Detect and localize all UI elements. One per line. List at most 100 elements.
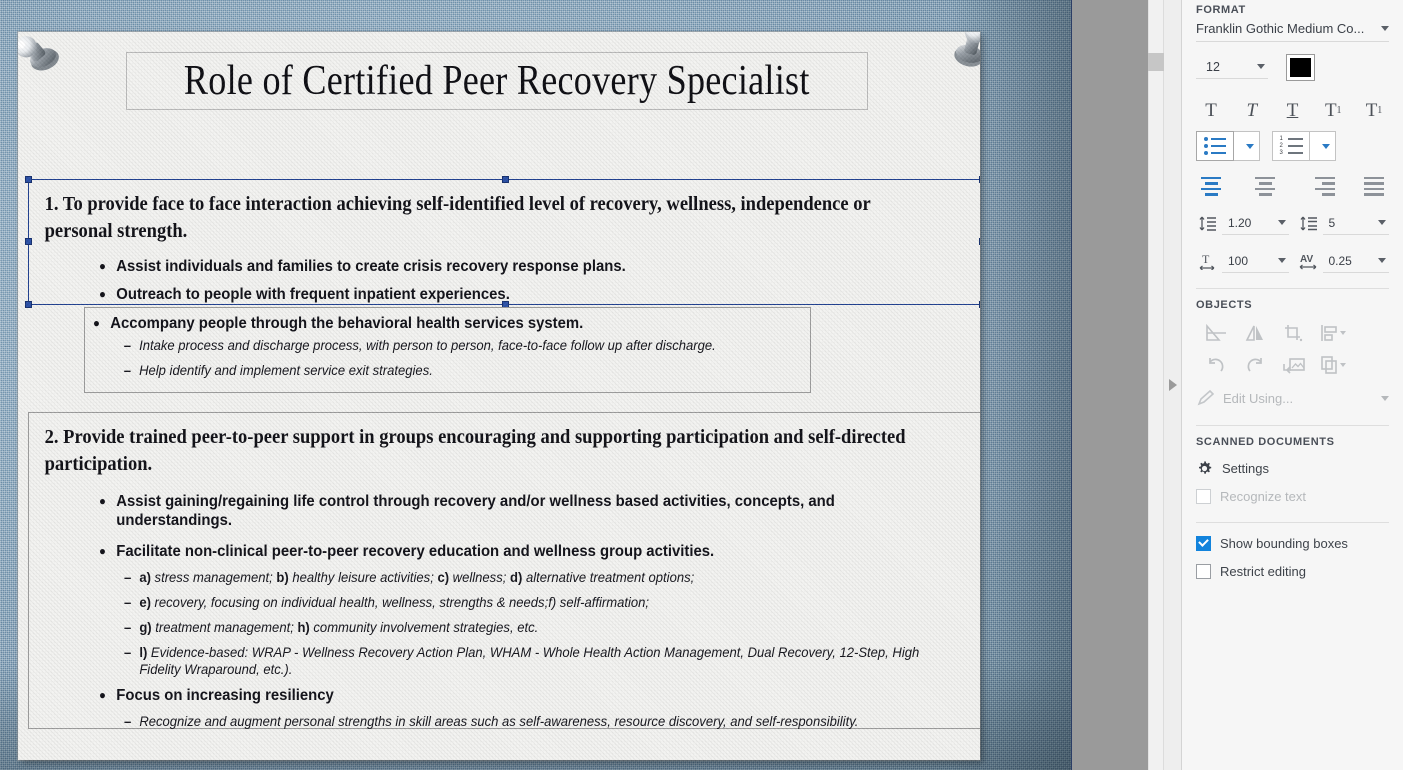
sub-bullet-text: g) treatment management; h) community in…	[139, 620, 539, 635]
line-spacing-value: 1.20	[1228, 215, 1252, 230]
paragraph-spacing-value: 5	[1328, 215, 1336, 230]
character-tracking-value: 0.25	[1328, 253, 1352, 268]
scanned-page[interactable]: Role of Certified Peer Recovery Speciali…	[18, 32, 980, 760]
edit-using-row[interactable]: Edit Using...	[1196, 383, 1389, 413]
restrict-editing-checkbox[interactable]	[1196, 563, 1211, 579]
subscript-glyph: T	[1365, 100, 1378, 121]
restrict-editing-item[interactable]: Restrict editing	[1196, 557, 1389, 585]
bulleted-list-button[interactable]	[1196, 131, 1234, 161]
sub-list-item[interactable]: Recognize and augment personal strengths…	[124, 713, 939, 730]
vertical-scrollbar[interactable]	[1148, 0, 1164, 770]
replace-image-button[interactable]	[1274, 349, 1313, 381]
section-1-bullet-list: Assist individuals and families to creat…	[99, 256, 972, 304]
bold-button[interactable]: T	[1196, 94, 1226, 120]
resize-handle-bottom-right[interactable]	[979, 301, 980, 308]
align-justify-button[interactable]	[1359, 175, 1389, 197]
flip-vertical-button[interactable]	[1235, 317, 1274, 349]
objects-button-grid	[1196, 317, 1389, 381]
align-left-button[interactable]	[1196, 175, 1226, 197]
chevron-down-icon	[1378, 258, 1386, 263]
align-right-button[interactable]	[1305, 175, 1335, 197]
numbered-list-button[interactable]: 1 2 3	[1272, 131, 1310, 161]
sub-list-item[interactable]: Intake process and discharge process, wi…	[124, 337, 774, 354]
character-tracking-field[interactable]: 0.25	[1322, 249, 1389, 273]
chevron-down-icon	[1257, 64, 1265, 69]
crop-button[interactable]	[1274, 317, 1313, 349]
show-bounding-boxes-checkbox[interactable]	[1196, 535, 1211, 551]
font-size-combo[interactable]: 12	[1196, 55, 1268, 79]
italic-button[interactable]: T	[1237, 94, 1267, 120]
sub-list-item[interactable]: Help identify and implement service exit…	[124, 362, 774, 379]
duplicate-button[interactable]	[1313, 349, 1352, 381]
alignment-button-row	[1196, 172, 1389, 200]
list-item[interactable]: Outreach to people with frequent inpatie…	[99, 284, 937, 304]
bullet-text: Facilitate non-clinical peer-to-peer rec…	[116, 543, 715, 560]
superscript-glyph: T	[1324, 100, 1337, 121]
paragraph-spacing-icon	[1297, 212, 1321, 234]
document-canvas[interactable]: Role of Certified Peer Recovery Speciali…	[0, 0, 1071, 770]
sub-list-item[interactable]: e) recovery, focusing on individual heal…	[124, 594, 939, 611]
rotate-right-button[interactable]	[1235, 349, 1274, 381]
line-spacing-field[interactable]: 1.20	[1222, 211, 1289, 235]
underline-button[interactable]: T	[1278, 94, 1308, 120]
bullet-text: Accompany people through the behavioral …	[110, 315, 584, 332]
resize-handle-bottom-left[interactable]	[25, 301, 32, 308]
text-frame-section-2[interactable]: 2. Provide trained peer-to-peer support …	[28, 412, 980, 730]
page-title: Role of Certified Peer Recovery Speciali…	[184, 58, 810, 104]
sub-list: Recognize and augment personal strengths…	[124, 713, 939, 730]
character-tracking-control[interactable]: AV 0.25	[1297, 249, 1389, 273]
bullet-text: Assist individuals and families to creat…	[116, 258, 626, 275]
list-item[interactable]: Assist individuals and families to creat…	[99, 256, 937, 276]
character-scale-field[interactable]: 100	[1222, 249, 1289, 273]
section-1-heading: 1. To provide face to face interaction a…	[44, 194, 871, 242]
sub-list-item[interactable]: l) Evidence-based: WRAP - Wellness Recov…	[124, 644, 939, 678]
font-size-and-color-row: 12	[1196, 52, 1389, 82]
numbered-list-group: 1 2 3	[1272, 131, 1336, 161]
bulleted-list-group	[1196, 131, 1260, 161]
flip-horizontal-button[interactable]	[1196, 317, 1235, 349]
superscript-button[interactable]: T1	[1318, 94, 1348, 120]
divider	[1196, 522, 1389, 523]
settings-item[interactable]: Settings	[1196, 454, 1389, 482]
recognize-text-item[interactable]: Recognize text	[1196, 482, 1389, 510]
font-family-combo[interactable]: Franklin Gothic Medium Co...	[1196, 16, 1389, 42]
spacing-row-1: 1.20 5	[1196, 208, 1389, 238]
sub-list-item[interactable]: a) stress management; b) healthy leisure…	[124, 569, 939, 586]
subscript-mark: 1	[1377, 105, 1383, 116]
list-item[interactable]: Accompany people through the behavioral …	[93, 313, 774, 379]
resize-handle-top-left[interactable]	[25, 176, 32, 183]
text-frame-section-1-selected[interactable]: 1. To provide face to face interaction a…	[25, 176, 980, 308]
vertical-scrollbar-thumb[interactable]	[1148, 53, 1164, 71]
resize-handle-top-right[interactable]	[979, 176, 980, 183]
resize-handle-middle-right[interactable]	[979, 238, 980, 245]
edit-using-label: Edit Using...	[1223, 390, 1294, 406]
application-window: Role of Certified Peer Recovery Speciali…	[0, 0, 1403, 770]
objects-section-label: OBJECTS	[1196, 299, 1253, 311]
recognize-text-checkbox[interactable]	[1196, 488, 1211, 504]
rotate-left-button[interactable]	[1196, 349, 1235, 381]
title-text-frame[interactable]: Role of Certified Peer Recovery Speciali…	[126, 52, 868, 110]
text-frame-section-1b[interactable]: Accompany people through the behavioral …	[84, 307, 811, 393]
align-objects-button[interactable]	[1313, 317, 1352, 349]
gear-icon	[1196, 460, 1213, 477]
show-bounding-boxes-item[interactable]: Show bounding boxes	[1196, 529, 1389, 557]
resize-handle-top-center[interactable]	[501, 176, 509, 183]
bold-glyph: T	[1205, 100, 1217, 121]
list-item[interactable]: Focus on increasing resiliency Recognize…	[99, 685, 939, 730]
text-color-button[interactable]	[1286, 53, 1315, 81]
resize-handle-middle-left[interactable]	[25, 238, 32, 245]
bulleted-list-options-button[interactable]	[1234, 131, 1260, 161]
panel-expand-strip[interactable]	[1164, 0, 1182, 770]
list-item[interactable]: Facilitate non-clinical peer-to-peer rec…	[99, 541, 939, 678]
character-scale-control[interactable]: T 100	[1196, 249, 1289, 273]
align-center-button[interactable]	[1250, 175, 1280, 197]
format-section-label: FORMAT	[1196, 4, 1246, 16]
list-item[interactable]: Assist gaining/regaining life control th…	[99, 491, 939, 530]
numbered-list-options-button[interactable]	[1310, 131, 1336, 161]
subscript-button[interactable]: T1	[1359, 94, 1389, 120]
sub-list-item[interactable]: g) treatment management; h) community in…	[124, 619, 939, 636]
character-scale-value: 100	[1228, 253, 1249, 268]
line-spacing-control[interactable]: 1.20	[1196, 211, 1289, 235]
paragraph-spacing-field[interactable]: 5	[1322, 211, 1389, 235]
paragraph-spacing-control[interactable]: 5	[1297, 211, 1389, 235]
